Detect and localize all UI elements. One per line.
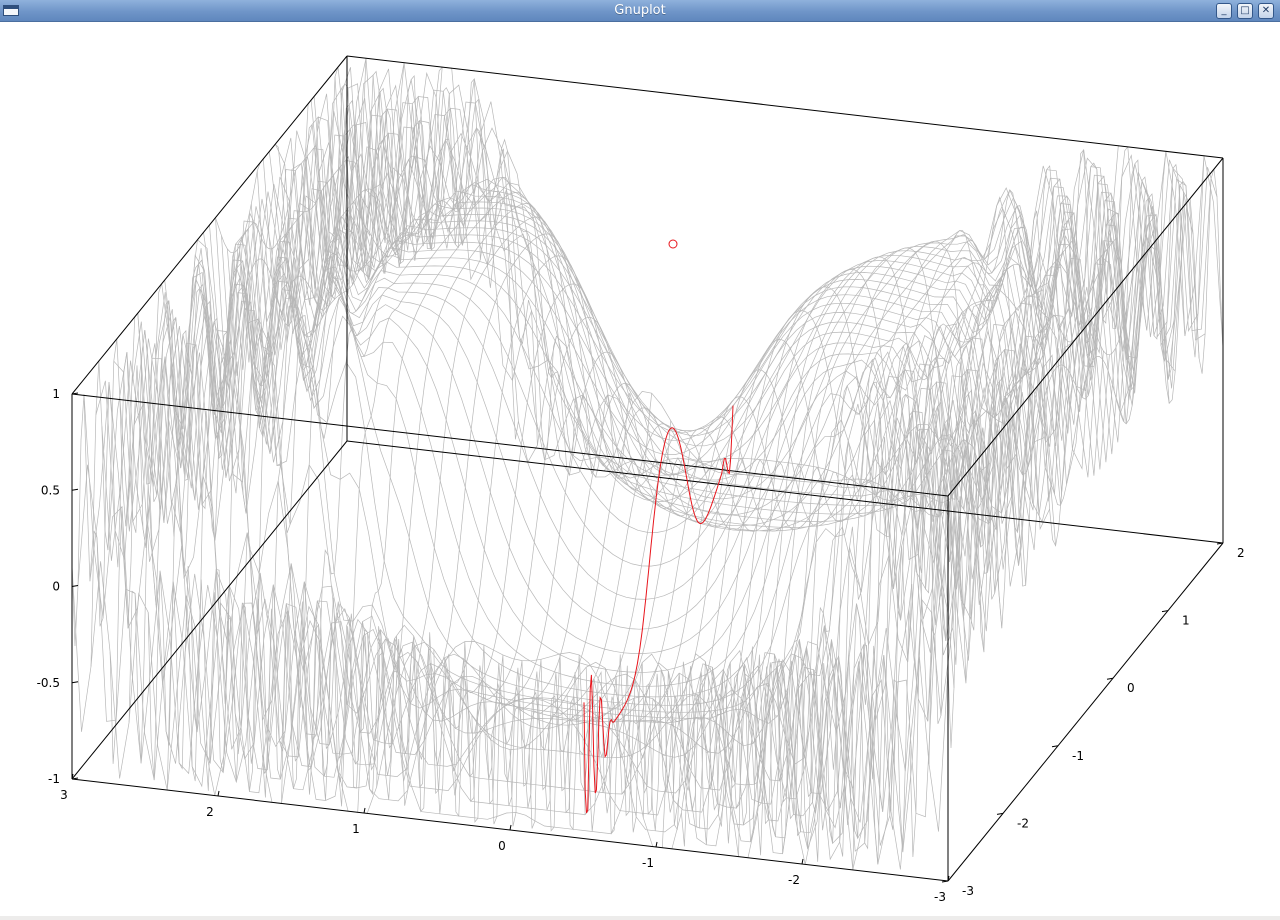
x-tick-label: -3 xyxy=(934,890,946,904)
z-tick-label: 1 xyxy=(52,387,60,401)
x-tick-label: -1 xyxy=(642,856,654,870)
z-tick-label: 0.5 xyxy=(41,483,60,497)
x-tick-label: 1 xyxy=(352,822,360,836)
y-tick-label: -1 xyxy=(1072,749,1084,763)
y-tick-label: 0 xyxy=(1127,681,1135,695)
x-tick-label: -2 xyxy=(788,873,800,887)
gnuplot-canvas[interactable]: 10.50-0.5-13210-1-2-3210-1-2-3 xyxy=(0,22,1280,916)
z-tick-label: -1 xyxy=(48,772,60,786)
y-tick-label: -2 xyxy=(1017,816,1029,830)
window-title: Gnuplot xyxy=(614,3,666,18)
maximize-button[interactable]: □ xyxy=(1237,3,1253,19)
close-button[interactable]: ✕ xyxy=(1258,3,1274,19)
window-titlebar[interactable]: Gnuplot _ □ ✕ xyxy=(0,0,1280,22)
z-tick-label: -0.5 xyxy=(37,676,60,690)
z-tick-label: 0 xyxy=(52,580,60,594)
y-tick-label: 1 xyxy=(1182,614,1190,628)
y-tick-label: 2 xyxy=(1237,546,1245,560)
x-tick-label: 0 xyxy=(498,839,506,853)
x-tick-label: 2 xyxy=(206,805,214,819)
minimize-button[interactable]: _ xyxy=(1216,3,1232,19)
x-tick-label: 3 xyxy=(60,788,68,802)
y-tick-label: -3 xyxy=(962,884,974,898)
plot-area[interactable]: 1 0.5 0 -0.5 -1 3 2 1 0 -1 -2 -3 2 1 0 -1 -2 -3 xyxy=(0,22,1280,916)
